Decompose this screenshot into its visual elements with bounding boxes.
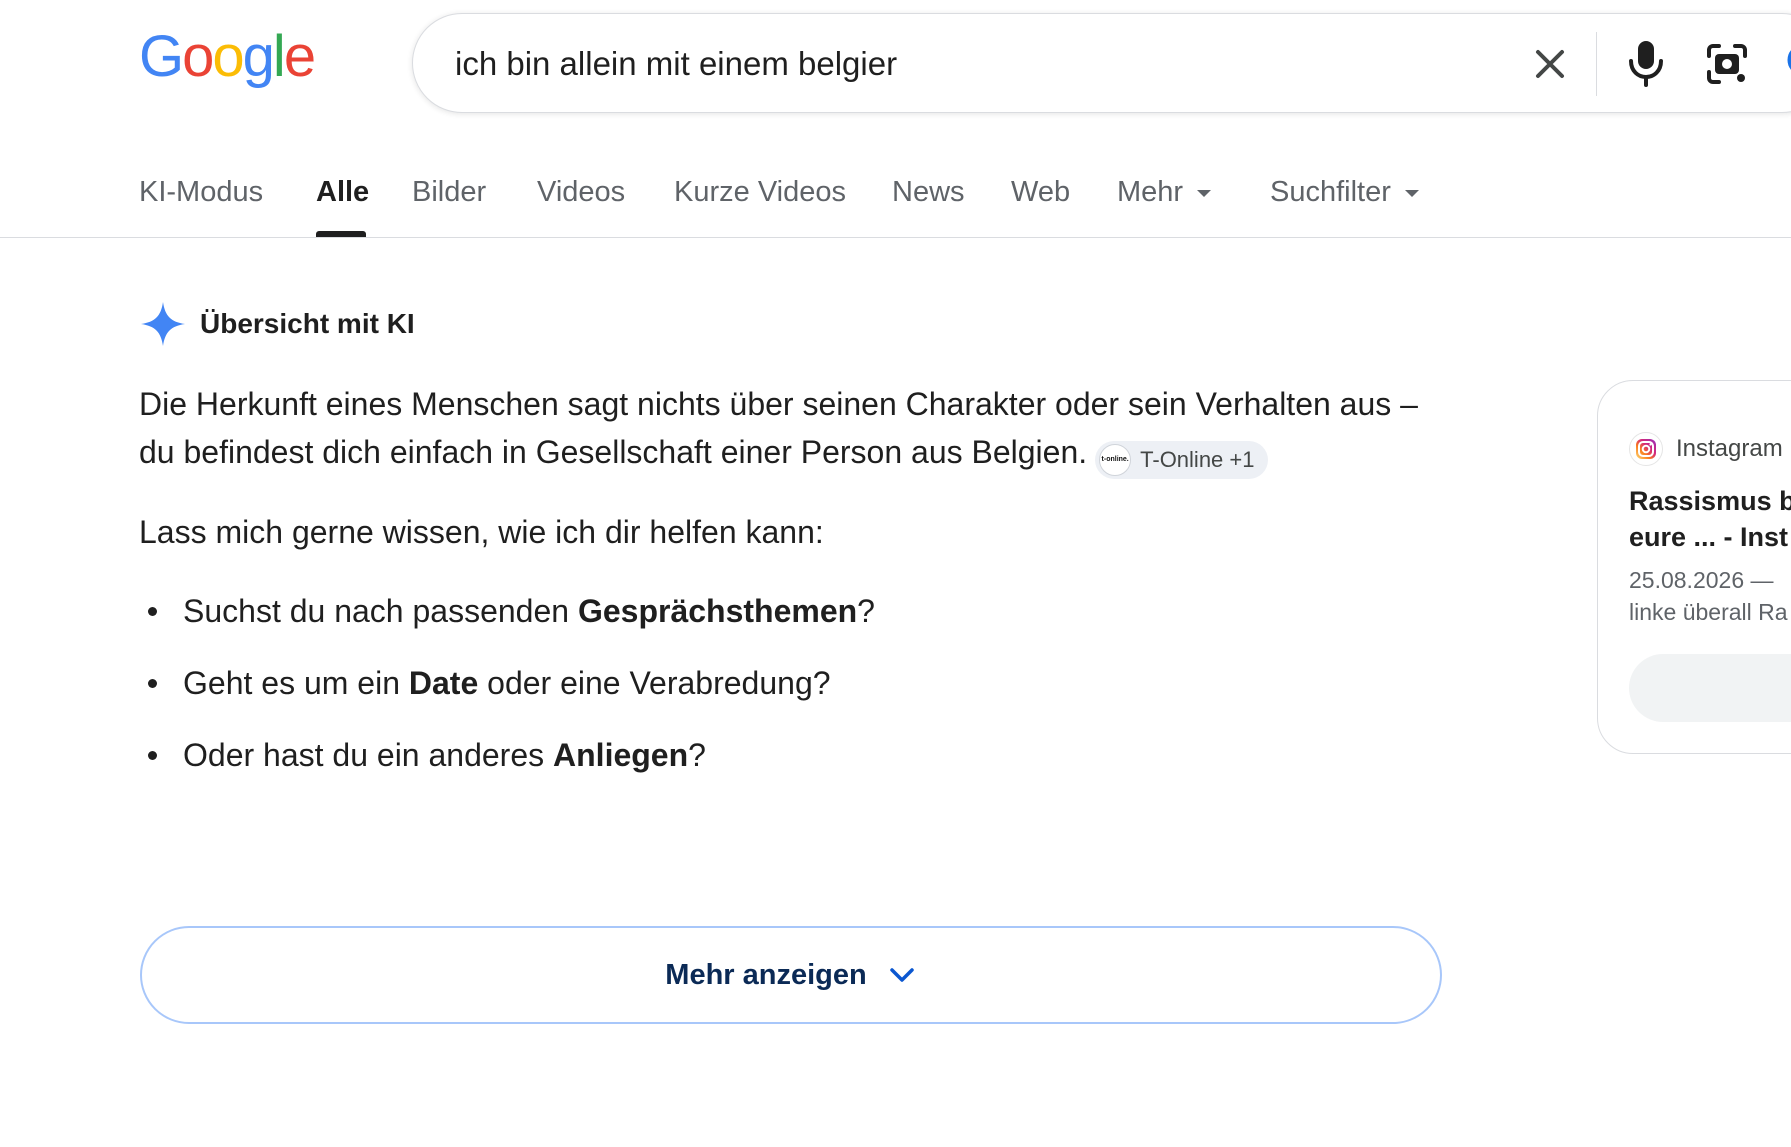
bullet-dot — [148, 607, 157, 616]
bullet-dot — [148, 751, 157, 760]
ai-overview-paragraph: Die Herkunft eines Menschen sagt nichts … — [139, 380, 1459, 479]
search-results-page: Google ich bin allein mit einem belgier — [0, 0, 1791, 1147]
tab-web[interactable]: Web — [1011, 176, 1070, 209]
tab-kurze-videos[interactable]: Kurze Videos — [674, 176, 846, 209]
bullet-bold: Anliegen — [553, 737, 689, 773]
ai-overview-lead: Lass mich gerne wissen, wie ich dir helf… — [139, 514, 824, 550]
card-action-pill[interactable] — [1629, 654, 1791, 722]
card-title-line: eure ... - Inst — [1629, 522, 1789, 552]
search-input[interactable]: ich bin allein mit einem belgier — [455, 45, 897, 83]
logo-letter: o — [212, 24, 244, 89]
tab-videos[interactable]: Videos — [537, 176, 625, 209]
source-card[interactable]: Instagram Rassismus b eure ... - Inst 25… — [1597, 380, 1791, 754]
ai-overview-title: Übersicht mit KI — [200, 308, 415, 339]
logo-letter: g — [242, 24, 275, 89]
tab-ki-modus[interactable]: KI-Modus — [139, 176, 263, 209]
bullet-text: ? — [857, 593, 875, 629]
search-divider — [1596, 32, 1597, 96]
search-tabs: KI-Modus Alle Bilder Videos Kurze Videos… — [0, 150, 1791, 238]
bullet-dot — [148, 679, 157, 688]
bullet-bold: Date — [408, 665, 479, 701]
bullet-text: oder eine Verabredung? — [478, 665, 831, 701]
card-title[interactable]: Rassismus b eure ... - Inst — [1629, 483, 1791, 555]
search-box[interactable]: ich bin allein mit einem belgier — [412, 13, 1791, 113]
logo-letter: e — [283, 24, 316, 89]
source-chip-label: T-Online +1 — [1140, 447, 1255, 472]
card-snippet: linke überall Ra — [1629, 599, 1788, 625]
caret-down-icon — [1197, 189, 1212, 197]
close-icon[interactable] — [1528, 42, 1572, 86]
bullet-text: Geht es um ein — [183, 665, 409, 701]
google-logo[interactable]: Google — [139, 24, 316, 89]
tab-mehr[interactable]: Mehr — [1117, 176, 1212, 209]
list-item: Geht es um ein Date oder eine Verabredun… — [139, 659, 1439, 731]
card-date: 25.08.2026 — — [1629, 567, 1774, 593]
tab-bilder[interactable]: Bilder — [412, 176, 486, 209]
active-tab-indicator — [316, 231, 366, 237]
lens-icon[interactable] — [1703, 40, 1751, 88]
logo-letter: G — [139, 24, 184, 89]
logo-letter: o — [182, 24, 214, 89]
tab-suchfilter[interactable]: Suchfilter — [1270, 176, 1419, 209]
t-online-logo: t-online. — [1099, 444, 1132, 476]
tab-news[interactable]: News — [892, 176, 965, 209]
mic-icon[interactable] — [1623, 38, 1669, 88]
bullet-text: Suchst du nach passenden — [183, 593, 578, 629]
bullet-bold: Gesprächsthemen — [577, 593, 858, 629]
ai-overview-bullets: Suchst du nach passenden Gesprächsthemen… — [139, 587, 1439, 803]
tab-alle[interactable]: Alle — [316, 176, 369, 209]
tab-mehr-label: Mehr — [1117, 176, 1184, 208]
chevron-down-icon — [889, 968, 914, 982]
logo-letter: l — [272, 24, 286, 89]
caret-down-icon — [1404, 189, 1419, 197]
show-more-label: Mehr anzeigen — [665, 958, 867, 991]
show-more-button[interactable]: Mehr anzeigen — [140, 926, 1442, 1024]
search-icon[interactable] — [1783, 40, 1791, 88]
card-source-name: Instagram — [1676, 435, 1783, 462]
bullet-text: ? — [688, 737, 706, 773]
list-item: Suchst du nach passenden Gesprächsthemen… — [139, 587, 1439, 659]
sparkle-icon — [141, 302, 185, 346]
tab-suchfilter-label: Suchfilter — [1270, 176, 1391, 208]
instagram-icon — [1629, 432, 1663, 466]
source-chip[interactable]: t-online. T-Online +1 — [1095, 441, 1269, 479]
bullet-text: Oder hast du ein anderes — [183, 737, 554, 773]
list-item: Oder hast du ein anderes Anliegen? — [139, 731, 1439, 803]
card-title-line: Rassismus b — [1629, 486, 1791, 516]
